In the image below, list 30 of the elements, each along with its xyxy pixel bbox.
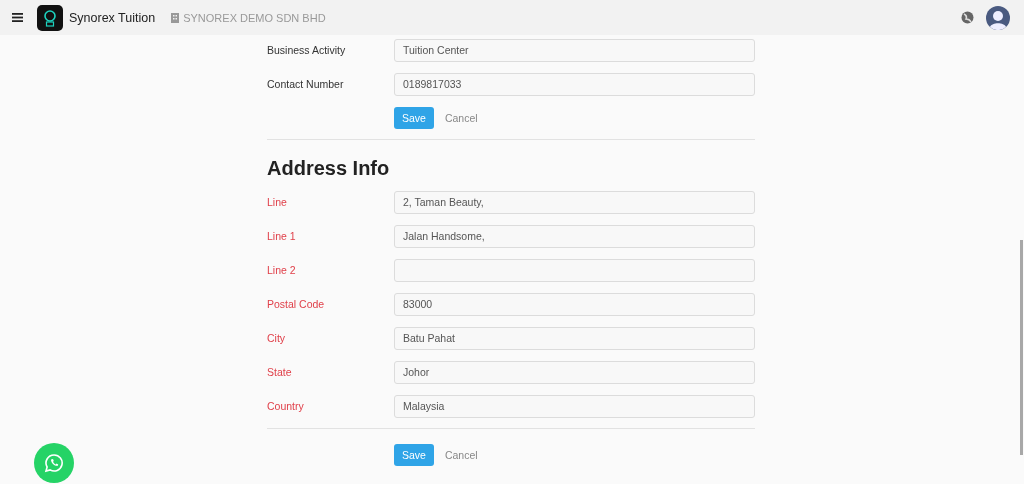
globe-icon[interactable]	[961, 11, 974, 24]
input-field[interactable]: Malaysia	[394, 394, 755, 418]
input-field[interactable]: Batu Pahat	[394, 326, 755, 350]
company-name: SYNOREX DEMO SDN BHD	[183, 11, 326, 24]
cancel-button[interactable]: Cancel	[444, 449, 478, 461]
field-label: City	[267, 332, 287, 344]
field-label: Line 2	[267, 264, 297, 276]
field-label: State	[267, 366, 293, 378]
section-heading: Address Info	[267, 157, 390, 179]
scrollbar[interactable]	[1020, 240, 1023, 455]
field-label: Line	[267, 196, 288, 208]
avatar-icon[interactable]	[986, 5, 1010, 30]
field-label: Contact Number	[267, 78, 345, 90]
menu-icon[interactable]	[12, 13, 23, 22]
field-label: Line 1	[267, 230, 297, 242]
chat-bubble-icon	[44, 453, 64, 473]
input-field[interactable]: 2, Taman Beauty,	[394, 190, 755, 214]
cancel-button[interactable]: Cancel	[444, 112, 478, 124]
input-field[interactable]: Tuition Center	[394, 38, 755, 62]
building-icon	[171, 12, 180, 23]
field-label: Business Activity	[267, 44, 347, 56]
input-field[interactable]: 0189817033	[394, 72, 755, 96]
input-field[interactable]: 83000	[394, 292, 755, 316]
app-name: Synorex Tuition	[69, 10, 156, 25]
input-field[interactable]	[394, 258, 755, 282]
input-field[interactable]: Johor	[394, 360, 755, 384]
field-label: Postal Code	[267, 298, 326, 310]
field-label: Country	[267, 400, 305, 412]
app-logo	[37, 4, 63, 31]
input-field[interactable]: Jalan Handsome,	[394, 224, 755, 248]
